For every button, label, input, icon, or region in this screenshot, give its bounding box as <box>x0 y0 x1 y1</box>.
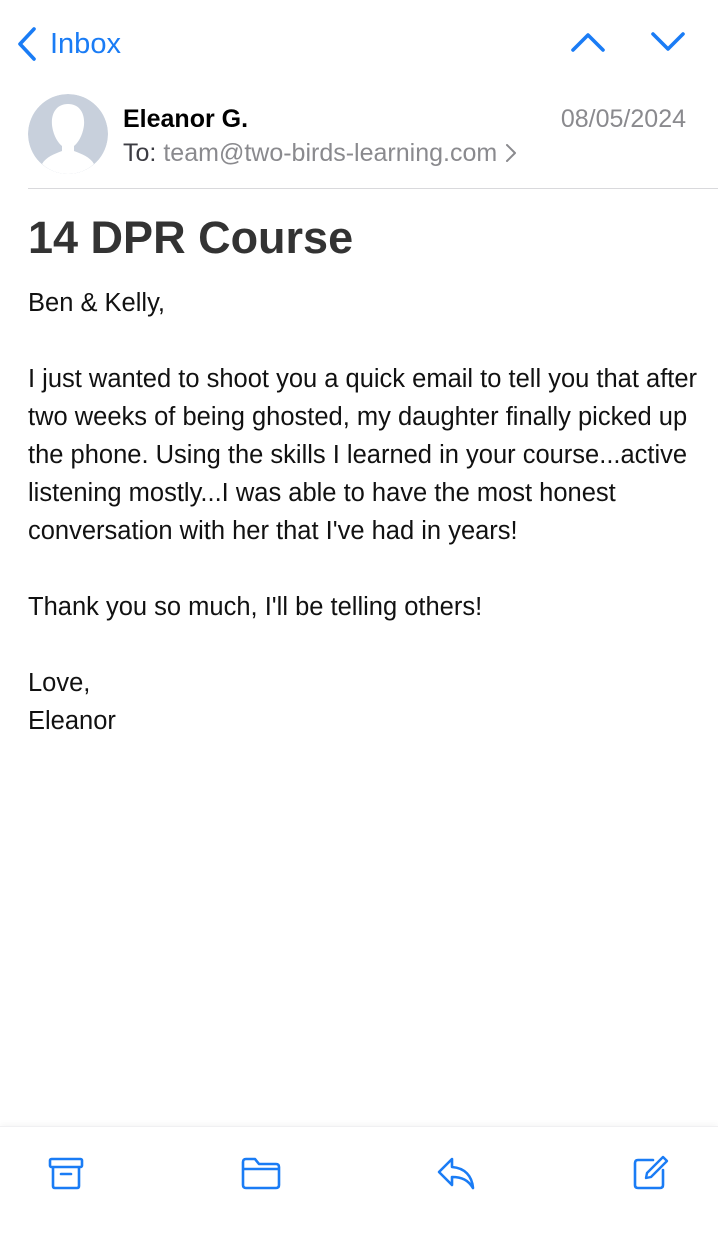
body-paragraph: Thank you so much, I'll be telling other… <box>28 593 483 621</box>
message-date: 08/05/2024 <box>560 105 686 133</box>
navigation-bar: Inbox <box>0 0 718 90</box>
body-paragraph: I just wanted to shoot you a quick email… <box>28 365 698 545</box>
sender-name[interactable]: Eleanor G. <box>123 104 248 134</box>
recipient-address[interactable]: team@two-birds-learning.com <box>163 138 497 168</box>
chevron-left-icon <box>16 26 38 62</box>
person-silhouette-icon <box>28 94 108 174</box>
closing: Love, <box>28 669 91 697</box>
avatar[interactable] <box>28 94 108 174</box>
message-header: Eleanor G. 08/05/2024 To: team@two-birds… <box>0 90 718 190</box>
signature: Eleanor <box>28 707 116 735</box>
greeting: Ben & Kelly, <box>28 289 166 317</box>
reply-icon <box>436 1156 476 1195</box>
chevron-down-icon <box>650 31 686 58</box>
back-to-inbox-button[interactable]: Inbox <box>16 24 121 64</box>
folder-icon <box>240 1156 282 1195</box>
compose-icon <box>631 1155 669 1196</box>
to-label: To: <box>123 139 157 167</box>
recipient-line[interactable]: To: team@two-birds-learning.com <box>123 138 517 168</box>
move-to-folder-button[interactable] <box>239 1155 283 1195</box>
chevron-up-icon <box>570 31 606 58</box>
chevron-right-icon <box>505 143 517 163</box>
previous-message-button[interactable] <box>566 24 610 64</box>
bottom-toolbar <box>0 1126 718 1234</box>
message-body: Ben & Kelly, I just wanted to shoot you … <box>28 284 698 740</box>
compose-button[interactable] <box>628 1155 672 1195</box>
archive-icon <box>48 1156 84 1195</box>
message-subject: 14 DPR Course <box>28 212 354 263</box>
back-label: Inbox <box>50 28 121 60</box>
reply-button[interactable] <box>434 1155 478 1195</box>
archive-button[interactable] <box>44 1155 88 1195</box>
next-message-button[interactable] <box>646 24 690 64</box>
header-divider <box>28 188 718 189</box>
